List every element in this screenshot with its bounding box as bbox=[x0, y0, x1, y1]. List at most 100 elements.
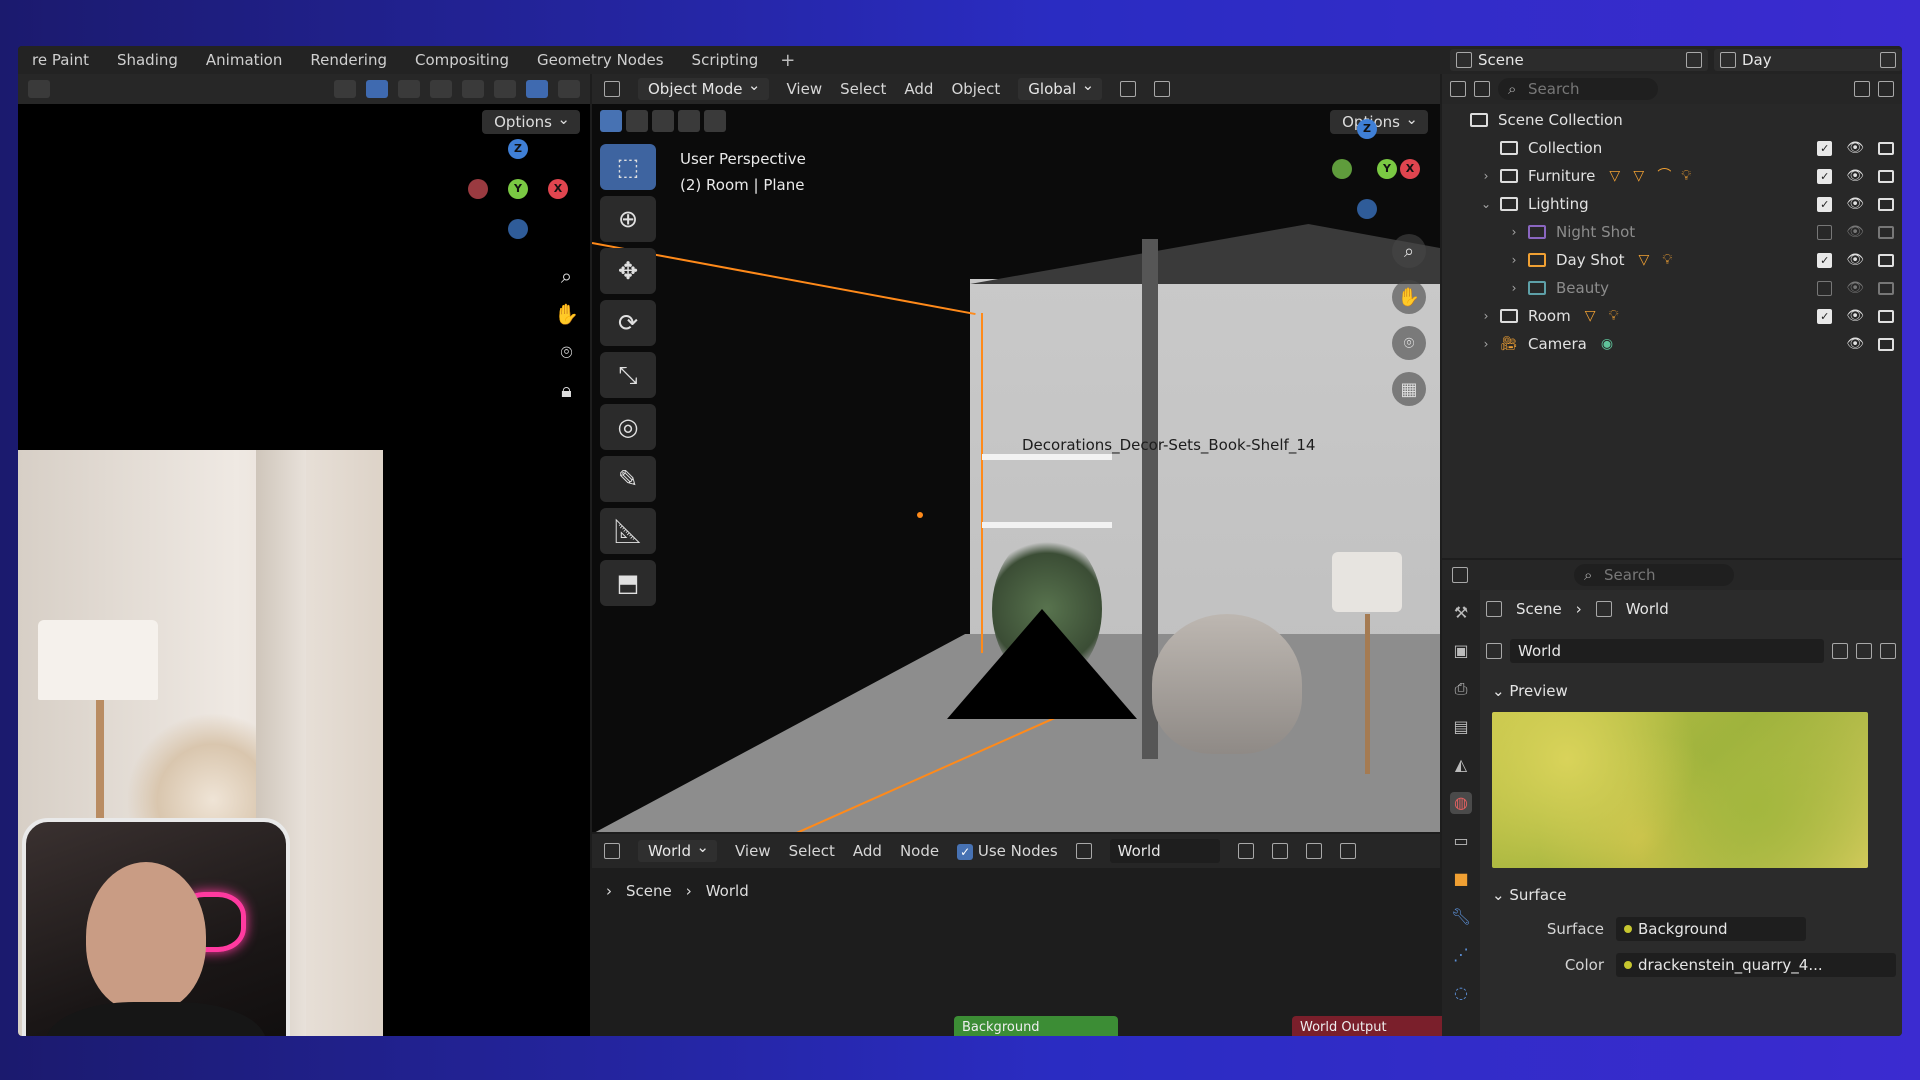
chevron-right-icon[interactable]: › bbox=[1506, 253, 1522, 267]
render-camera-icon[interactable] bbox=[1878, 281, 1894, 295]
select-extend-button[interactable] bbox=[626, 110, 648, 132]
render-camera-icon[interactable] bbox=[1878, 225, 1894, 239]
pan-hand-icon[interactable]: ✋ bbox=[554, 302, 579, 326]
breadcrumb-world[interactable]: World bbox=[706, 882, 749, 900]
world-tab-icon[interactable]: ◍ bbox=[1450, 792, 1472, 814]
gizmo-z-axis[interactable]: Z bbox=[508, 139, 528, 159]
world-output-node[interactable]: World Output bbox=[1292, 1016, 1452, 1036]
outliner-row-lighting[interactable]: ⌄ Lighting ✓ 👁︎ bbox=[1442, 190, 1902, 218]
surface-shader-field[interactable]: Background bbox=[1616, 917, 1806, 941]
shader-type-dropdown[interactable]: World bbox=[638, 836, 717, 862]
annotate-tool[interactable]: ✎ bbox=[600, 456, 656, 502]
properties-search-input[interactable]: Search bbox=[1574, 564, 1734, 586]
eye-icon[interactable]: 👁︎ bbox=[1846, 140, 1864, 156]
chevron-right-icon[interactable]: › bbox=[1506, 225, 1522, 239]
select-box-tool[interactable]: ⬚ bbox=[600, 144, 656, 190]
gizmo-neg-z-axis[interactable] bbox=[508, 219, 528, 239]
exclude-checkbox[interactable] bbox=[1817, 224, 1833, 240]
navigation-gizmo[interactable]: Z Y X bbox=[463, 134, 573, 244]
rendered-shading-button[interactable] bbox=[526, 80, 548, 98]
close-icon[interactable] bbox=[1880, 52, 1896, 68]
move-tool[interactable]: ✥ bbox=[600, 248, 656, 294]
add-workspace-button[interactable]: + bbox=[772, 50, 803, 71]
object-tab-icon[interactable]: ■ bbox=[1450, 868, 1472, 890]
display-mode-icon[interactable] bbox=[1474, 81, 1490, 97]
overlay-button[interactable] bbox=[398, 80, 420, 98]
scene-tab-icon[interactable]: ◭ bbox=[1450, 754, 1472, 776]
world-name-field[interactable]: World bbox=[1510, 639, 1824, 663]
pan-hand-icon[interactable]: ✋ bbox=[1392, 280, 1426, 314]
render-camera-icon[interactable] bbox=[1878, 141, 1894, 155]
select-subtract-button[interactable] bbox=[652, 110, 674, 132]
menu-select[interactable]: Select bbox=[789, 842, 835, 860]
workspace-tab[interactable]: Compositing bbox=[401, 46, 523, 74]
workspace-tab[interactable]: Shading bbox=[103, 46, 192, 74]
particles-tab-icon[interactable]: ⋰ bbox=[1450, 944, 1472, 966]
outliner-row-camera[interactable]: › 🎥︎ Camera ◉ 👁︎ bbox=[1442, 330, 1902, 358]
use-nodes-toggle[interactable]: ✓ Use Nodes bbox=[957, 842, 1058, 860]
close-icon[interactable] bbox=[1305, 843, 1322, 859]
menu-add[interactable]: Add bbox=[904, 80, 933, 98]
camera-view-icon[interactable]: ⌾ bbox=[1392, 326, 1426, 360]
pin-icon[interactable] bbox=[1686, 52, 1702, 68]
view-layer-selector[interactable]: Day bbox=[1714, 49, 1902, 71]
pin-icon[interactable] bbox=[1339, 843, 1356, 859]
exclude-checkbox[interactable] bbox=[1817, 280, 1833, 296]
gizmo-neg-y-axis[interactable] bbox=[1332, 159, 1352, 179]
properties-editor[interactable]: Search ⚒ ▣ ⎙ ▤ ◭ ◍ ▭ ■ 🔧︎ ⋰ ◌ Scene › Wo… bbox=[1442, 560, 1902, 1036]
new-collection-icon[interactable] bbox=[1878, 81, 1894, 97]
viewport-navigation-gizmo[interactable]: Z Y X bbox=[1312, 114, 1422, 224]
outliner-row-day-shot[interactable]: › Day Shot ▽ 💡︎ ✓ 👁︎ bbox=[1442, 246, 1902, 274]
collection-tab-icon[interactable]: ▭ bbox=[1450, 830, 1472, 852]
world-icon[interactable] bbox=[1486, 643, 1502, 659]
mode-dropdown[interactable]: Object Mode bbox=[638, 74, 769, 100]
outliner-row-beauty[interactable]: › Beauty 👁︎ bbox=[1442, 274, 1902, 302]
modifier-tab-icon[interactable]: 🔧︎ bbox=[1450, 906, 1472, 928]
menu-object[interactable]: Object bbox=[951, 80, 1000, 98]
menu-node[interactable]: Node bbox=[900, 842, 939, 860]
gizmo-z-axis[interactable]: Z bbox=[1357, 119, 1377, 139]
menu-add[interactable]: Add bbox=[853, 842, 882, 860]
editor-type-icon[interactable] bbox=[1452, 567, 1468, 583]
surface-panel-header[interactable]: ⌄ Surface bbox=[1486, 882, 1896, 908]
zoom-icon[interactable]: ⌕ bbox=[1392, 234, 1426, 268]
eye-icon[interactable]: 👁︎ bbox=[1846, 308, 1864, 324]
output-tab-icon[interactable]: ⎙ bbox=[1450, 678, 1472, 700]
light-gizmo[interactable] bbox=[947, 609, 1137, 719]
duplicate-icon[interactable] bbox=[1856, 643, 1872, 659]
lock-icon[interactable]: 🔒︎ bbox=[561, 378, 572, 402]
eye-icon[interactable]: 👁︎ bbox=[1846, 224, 1864, 240]
gizmo-y-axis[interactable]: Y bbox=[508, 179, 528, 199]
tool-tab-icon[interactable]: ⚒ bbox=[1450, 602, 1472, 624]
material-shading-button[interactable] bbox=[494, 80, 516, 98]
workspace-tab[interactable]: Geometry Nodes bbox=[523, 46, 678, 74]
close-icon[interactable] bbox=[1880, 643, 1896, 659]
3d-viewport[interactable]: Decorations_Decor-Sets_Book-Shelf_14 Obj… bbox=[592, 74, 1440, 832]
bookshelf[interactable] bbox=[982, 454, 1112, 460]
chevron-down-icon[interactable]: ⌄ bbox=[1478, 197, 1494, 211]
render-camera-icon[interactable] bbox=[1878, 253, 1894, 267]
scene-selector[interactable]: Scene bbox=[1450, 49, 1708, 71]
menu-view[interactable]: View bbox=[787, 80, 823, 98]
world-datablock-field[interactable]: World bbox=[1109, 839, 1220, 863]
cursor-tool[interactable]: ⊕ bbox=[600, 196, 656, 242]
scale-tool[interactable]: ⤡ bbox=[600, 352, 656, 398]
camera-view-icon[interactable]: ⌾ bbox=[560, 340, 572, 364]
editor-type-icon[interactable] bbox=[1450, 81, 1466, 97]
view-layer-tab-icon[interactable]: ▤ bbox=[1450, 716, 1472, 738]
transform-tool[interactable]: ◎ bbox=[600, 404, 656, 450]
workspace-tab[interactable]: Animation bbox=[192, 46, 296, 74]
grid-view-icon[interactable]: ▦ bbox=[1392, 372, 1426, 406]
eye-icon[interactable]: 👁︎ bbox=[1846, 196, 1864, 212]
outliner-row-room[interactable]: › Room ▽ 💡︎ ✓ 👁︎ bbox=[1442, 302, 1902, 330]
zoom-icon[interactable]: ⌕ bbox=[561, 264, 572, 288]
gizmo-neg-x-axis[interactable] bbox=[468, 179, 488, 199]
chevron-right-icon[interactable]: › bbox=[1478, 169, 1494, 183]
render-camera-icon[interactable] bbox=[1878, 337, 1894, 351]
menu-view[interactable]: View bbox=[735, 842, 771, 860]
select-invert-button[interactable] bbox=[678, 110, 700, 132]
eye-icon[interactable]: 👁︎ bbox=[1846, 280, 1864, 296]
rotate-tool[interactable]: ⟳ bbox=[600, 300, 656, 346]
outliner-row-night-shot[interactable]: › Night Shot 👁︎ bbox=[1442, 218, 1902, 246]
exclude-checkbox[interactable]: ✓ bbox=[1817, 140, 1833, 156]
